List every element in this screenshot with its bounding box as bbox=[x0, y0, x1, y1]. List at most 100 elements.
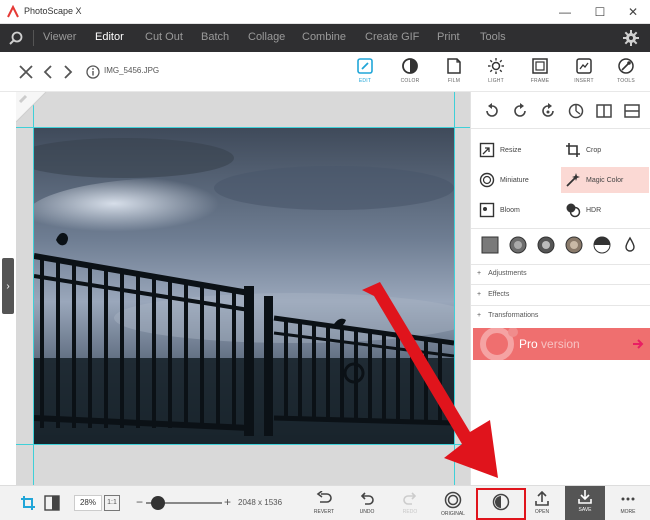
bloom-button[interactable]: Bloom bbox=[479, 199, 559, 221]
chevron-right-icon[interactable] bbox=[60, 64, 76, 80]
revert-button[interactable]: REVERT bbox=[304, 488, 344, 520]
revert-icon bbox=[316, 491, 332, 503]
accordion-transformations[interactable]: + Transformations bbox=[477, 312, 538, 319]
crop-button[interactable]: Crop bbox=[565, 139, 645, 161]
menu-editor[interactable]: Editor bbox=[95, 31, 124, 43]
tab-edit[interactable]: EDIT bbox=[347, 55, 383, 91]
window-title: PhotoScape X bbox=[24, 6, 82, 16]
hdr-button[interactable]: HDR bbox=[565, 199, 645, 221]
filter-warm-icon[interactable] bbox=[565, 236, 583, 254]
original-button[interactable]: ORIGINAL bbox=[433, 488, 473, 520]
panel-divider bbox=[471, 284, 650, 285]
photo-image bbox=[34, 128, 454, 444]
rotate-left-icon[interactable] bbox=[483, 102, 501, 120]
flip-vertical-icon[interactable] bbox=[623, 102, 641, 120]
maximize-icon: ☐ bbox=[594, 5, 606, 19]
feature-label: Crop bbox=[586, 146, 602, 154]
flip-horizontal-icon[interactable] bbox=[595, 102, 613, 120]
filter-sepia-icon[interactable] bbox=[509, 236, 527, 254]
close-window-button[interactable]: ✕ bbox=[616, 0, 650, 24]
light-icon bbox=[488, 58, 504, 74]
open-button[interactable]: OPEN bbox=[522, 488, 562, 520]
zoom-level-display[interactable]: 28% bbox=[74, 495, 102, 511]
menu-collage[interactable]: Collage bbox=[248, 31, 285, 43]
accordion-label: Transformations bbox=[488, 312, 539, 319]
menu-cut-out[interactable]: Cut Out bbox=[145, 31, 183, 43]
tab-film[interactable]: FILM bbox=[436, 55, 472, 91]
more-button[interactable]: MORE bbox=[608, 488, 648, 520]
search-icon[interactable] bbox=[8, 30, 24, 46]
actual-size-button[interactable]: 1:1 bbox=[104, 495, 120, 511]
tab-insert[interactable]: INSERT bbox=[566, 55, 602, 91]
zoom-out-icon[interactable]: − bbox=[136, 495, 143, 509]
filter-vignette-icon[interactable] bbox=[537, 236, 555, 254]
accordion-effects[interactable]: + Effects bbox=[477, 291, 509, 298]
corner-fold-icon bbox=[16, 92, 47, 123]
panel-divider bbox=[471, 228, 650, 229]
save-button[interactable]: SAVE bbox=[565, 486, 605, 520]
close-icon: ✕ bbox=[627, 5, 639, 19]
tab-label: TOOLS bbox=[617, 78, 635, 84]
tab-light[interactable]: LIGHT bbox=[478, 55, 514, 91]
resize-button[interactable]: Resize bbox=[479, 139, 559, 161]
action-label: OPEN bbox=[534, 509, 550, 515]
minimize-button[interactable]: — bbox=[548, 0, 582, 24]
straighten-icon[interactable] bbox=[567, 102, 585, 120]
undo-button[interactable]: UNDO bbox=[347, 488, 387, 520]
menu-combine[interactable]: Combine bbox=[302, 31, 346, 43]
rotate-right-icon[interactable] bbox=[511, 102, 529, 120]
expand-icon: + bbox=[477, 291, 482, 298]
action-label: ORIGINAL bbox=[441, 511, 465, 517]
redo-icon bbox=[403, 492, 417, 505]
original-icon bbox=[444, 491, 462, 509]
action-label: REVERT bbox=[313, 509, 335, 515]
feature-label: Resize bbox=[500, 146, 522, 154]
close-icon[interactable] bbox=[18, 64, 34, 80]
feature-label: Miniature bbox=[500, 176, 529, 184]
film-icon bbox=[447, 58, 461, 74]
tab-label: EDIT bbox=[358, 78, 372, 84]
bottom-toolbar: 28% 1:1 − + 2048 x 1536 REVERT UNDO REDO… bbox=[0, 485, 650, 520]
tab-tools[interactable]: TOOLS bbox=[608, 55, 644, 91]
menu-divider bbox=[33, 30, 34, 46]
menu-print[interactable]: Print bbox=[437, 31, 460, 43]
maximize-button[interactable]: ☐ bbox=[583, 0, 617, 24]
magic-color-icon bbox=[566, 173, 580, 187]
compare-button[interactable] bbox=[476, 488, 526, 520]
zoom-in-icon[interactable]: + bbox=[224, 495, 231, 509]
app-logo-icon bbox=[7, 5, 19, 18]
feature-label: HDR bbox=[586, 206, 602, 214]
magic-color-button[interactable]: Magic Color bbox=[561, 167, 649, 193]
chevron-left-icon[interactable] bbox=[40, 64, 56, 80]
tab-frame[interactable]: FRAME bbox=[522, 55, 558, 91]
tab-color[interactable]: COLOR bbox=[392, 55, 428, 91]
sidebar-toggle-handle[interactable]: › bbox=[2, 258, 14, 314]
tab-label: FRAME bbox=[530, 78, 550, 84]
split-view-icon[interactable] bbox=[44, 495, 60, 511]
image-dimensions: 2048 x 1536 bbox=[238, 498, 283, 507]
tab-label: FILM bbox=[447, 78, 461, 84]
crop-frame-icon[interactable] bbox=[20, 495, 36, 511]
panel-divider bbox=[471, 264, 650, 265]
edit-panel: Resize Crop Miniature Magic Color Bloom bbox=[470, 92, 650, 485]
menu-create-gif[interactable]: Create GIF bbox=[365, 31, 419, 43]
menu-viewer[interactable]: Viewer bbox=[43, 31, 76, 43]
feature-label: Bloom bbox=[500, 206, 520, 214]
tab-label: INSERT bbox=[574, 78, 594, 84]
gear-icon[interactable] bbox=[622, 29, 640, 47]
menu-tools[interactable]: Tools bbox=[480, 31, 506, 43]
menu-batch[interactable]: Batch bbox=[201, 31, 229, 43]
action-label: REDO bbox=[402, 509, 418, 515]
filter-gray-icon[interactable] bbox=[481, 236, 499, 254]
zoom-slider-handle[interactable] bbox=[150, 496, 165, 510]
filter-drop-icon[interactable] bbox=[621, 236, 639, 254]
accordion-adjustments[interactable]: + Adjustments bbox=[477, 270, 527, 277]
miniature-button[interactable]: Miniature bbox=[479, 169, 559, 191]
redo-button[interactable]: REDO bbox=[390, 488, 430, 520]
promo-decoration-icon bbox=[480, 328, 518, 360]
filter-halftone-icon[interactable] bbox=[593, 236, 611, 254]
rotate-arbitrary-icon[interactable] bbox=[539, 102, 557, 120]
pro-version-banner[interactable]: Pro version bbox=[473, 328, 650, 360]
info-icon[interactable] bbox=[86, 65, 100, 79]
arrow-right-icon bbox=[633, 339, 644, 349]
